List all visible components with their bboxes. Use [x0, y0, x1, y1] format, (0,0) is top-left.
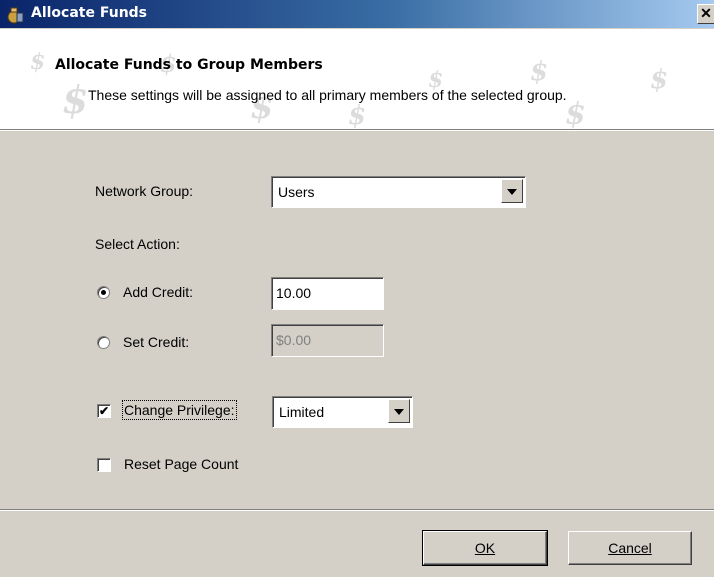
- cancel-label: Cancel: [608, 540, 652, 556]
- add-credit-label: Add Credit:: [123, 284, 194, 300]
- money-bag-icon: [7, 7, 24, 24]
- cancel-button[interactable]: Cancel: [568, 531, 692, 565]
- network-group-label: Network Group:: [95, 183, 194, 199]
- reset-page-count-label: Reset Page Count: [124, 456, 239, 472]
- dollar-watermark-icon: $: [565, 97, 586, 130]
- window-title: Allocate Funds: [31, 5, 148, 21]
- reset-page-count-checkbox[interactable]: [97, 458, 111, 472]
- close-button[interactable]: ✕: [697, 4, 714, 24]
- privilege-value: Limited: [279, 404, 325, 420]
- add-credit-input[interactable]: 10.00: [271, 277, 384, 310]
- header-divider: [0, 130, 714, 131]
- set-credit-input: $0.00: [271, 324, 384, 357]
- change-privilege-label: Change Privilege:: [122, 400, 237, 420]
- select-action-label: Select Action:: [95, 236, 180, 252]
- privilege-select[interactable]: Limited: [272, 396, 413, 428]
- close-icon: ✕: [700, 5, 712, 21]
- dollar-watermark-icon: $: [62, 77, 89, 122]
- header-subtitle: These settings will be assigned to all p…: [88, 87, 567, 103]
- ok-label: OK: [474, 540, 496, 556]
- dollar-watermark-icon: $: [650, 65, 669, 95]
- allocate-funds-dialog: Allocate Funds ✕ $ $ $ $ $ $ $ $ $ Alloc…: [0, 0, 714, 577]
- network-group-value: Users: [278, 184, 315, 200]
- set-credit-label: Set Credit:: [123, 334, 190, 350]
- network-group-select[interactable]: Users: [271, 176, 526, 208]
- ok-button[interactable]: OK: [422, 530, 548, 566]
- set-credit-radio[interactable]: [97, 336, 110, 349]
- dollar-watermark-icon: $: [348, 101, 367, 130]
- checkmark-icon: ✔: [98, 404, 110, 418]
- title-bar: Allocate Funds ✕: [0, 0, 714, 28]
- chevron-down-icon[interactable]: [388, 399, 410, 423]
- add-credit-radio[interactable]: [97, 286, 110, 299]
- footer-divider-highlight: [0, 510, 714, 511]
- chevron-down-icon[interactable]: [501, 179, 523, 203]
- change-privilege-checkbox[interactable]: ✔: [97, 404, 111, 418]
- dollar-watermark-icon: $: [530, 57, 549, 87]
- header-banner: $ $ $ $ $ $ $ $ $ Allocate Funds to Grou…: [0, 29, 714, 130]
- header-title: Allocate Funds to Group Members: [55, 57, 323, 73]
- dollar-watermark-icon: $: [30, 49, 46, 75]
